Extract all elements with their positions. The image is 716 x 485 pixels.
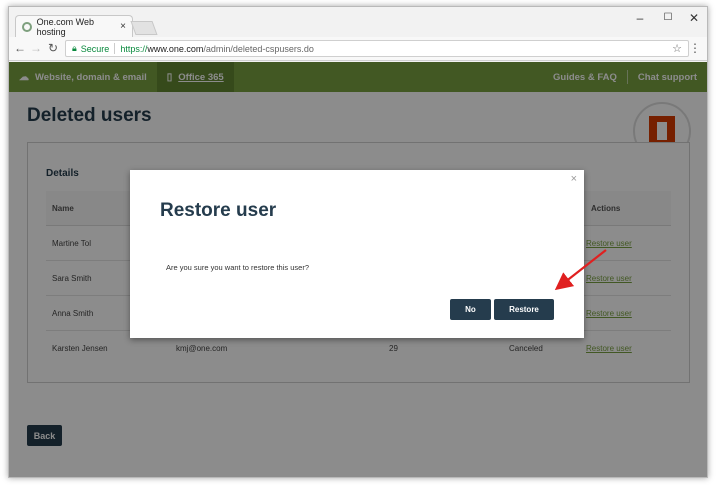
secure-label: Secure [80, 43, 110, 54]
browser-toolbar: ← → ↻ 🔒︎ Secure https:// www.one.com /ad… [9, 37, 707, 61]
favicon-icon [22, 21, 32, 32]
browser-menu-icon[interactable]: ⋮ [689, 41, 701, 55]
reload-icon[interactable]: ↻ [46, 41, 60, 55]
url-path: /admin/deleted-cspusers.do [203, 43, 314, 54]
divider [114, 43, 116, 54]
close-window-button[interactable]: ✕ [680, 11, 707, 25]
back-arrow-icon[interactable]: ← [13, 41, 27, 55]
tab-title: One.com Web hosting [36, 16, 94, 37]
address-bar[interactable]: 🔒︎ Secure https:// www.one.com /admin/de… [65, 40, 689, 57]
url-scheme: https:// [120, 43, 148, 54]
url-host: www.one.com [147, 43, 204, 54]
restore-button[interactable]: Restore [494, 299, 554, 320]
new-tab-button[interactable] [130, 21, 158, 35]
tab-close-icon[interactable]: × [120, 21, 126, 32]
browser-tab[interactable]: One.com Web hosting × [15, 15, 133, 37]
maximize-button[interactable]: ☐ [654, 12, 682, 23]
minimize-button[interactable]: – [626, 11, 654, 25]
dialog-title: Restore user [160, 200, 277, 221]
tab-strip: One.com Web hosting × – ☐ ✕ [9, 7, 707, 37]
close-icon[interactable]: × [571, 173, 577, 185]
lock-icon: 🔒︎ [72, 43, 77, 53]
no-button[interactable]: No [450, 299, 491, 320]
web-page: ☁ Website, domain & email ▯ Office 365 G… [9, 62, 707, 477]
browser-window: One.com Web hosting × – ☐ ✕ ← → ↻ 🔒︎ Sec… [8, 6, 708, 478]
dialog-message: Are you sure you want to restore this us… [166, 263, 309, 272]
restore-user-dialog: × Restore user Are you sure you want to … [130, 170, 584, 338]
forward-arrow-icon[interactable]: → [29, 41, 43, 55]
bookmark-star-icon[interactable]: ☆ [672, 42, 682, 55]
